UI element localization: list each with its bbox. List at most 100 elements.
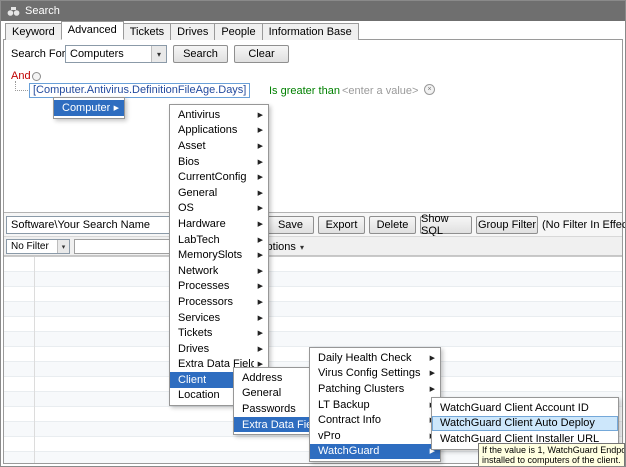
grid-column-divider <box>34 257 35 463</box>
menu-item-computer[interactable]: Computer ▶ <box>54 100 124 116</box>
submenu-arrow-icon: ▶ <box>113 104 119 112</box>
submenu-arrow-icon: ▶ <box>257 205 263 213</box>
query-field[interactable]: [Computer.Antivirus.DefinitionFileAge.Da… <box>29 83 251 98</box>
submenu-arrow-icon: ▶ <box>429 385 435 393</box>
extra-data-field-submenu: Daily Health Check ▶ Virus Config Setting… <box>309 347 441 463</box>
chevron-down-icon[interactable]: ▾ <box>300 243 304 252</box>
submenu-arrow-icon: ▶ <box>257 189 263 197</box>
menu-item-virus-config-settings[interactable]: Virus Config Settings ▶ <box>310 366 440 382</box>
menu-item-label: Passwords <box>242 402 296 415</box>
menu-item-general[interactable]: General ▶ <box>170 185 268 201</box>
menu-item-label: Contract Info <box>318 414 381 427</box>
group-filter-button[interactable]: Group Filter <box>476 216 538 234</box>
tab-people[interactable]: People <box>214 23 263 40</box>
menu-item-antivirus[interactable]: Antivirus ▶ <box>170 107 268 123</box>
menu-item-label: Location <box>178 389 220 402</box>
menu-item-memoryslots[interactable]: MemorySlots ▶ <box>170 247 268 263</box>
menu-item-asset[interactable]: Asset ▶ <box>170 138 268 154</box>
menu-item-label: vPro <box>318 429 341 442</box>
menu-item-label: Services <box>178 311 221 324</box>
menu-item-lt-backup[interactable]: LT Backup▶ <box>310 397 440 413</box>
filter-status-text: (No Filter In Effect) <box>542 219 626 231</box>
menu-item-drives[interactable]: Drives ▶ <box>170 341 268 357</box>
menu-item-label: Address <box>242 371 283 384</box>
menu-item-label: LT Backup <box>318 398 370 411</box>
clear-button[interactable]: Clear <box>234 45 289 63</box>
save-button[interactable]: Save <box>267 216 314 234</box>
menu-item-watchguard-client-auto-deploy[interactable]: WatchGuard Client Auto Deploy <box>432 415 618 432</box>
menu-item-label: General <box>178 186 218 199</box>
menu-item-daily-health-check[interactable]: Daily Health Check ▶ <box>310 350 440 366</box>
query-comparator[interactable]: Is greater than <box>269 85 340 97</box>
menu-item-label: MemorySlots <box>178 249 243 262</box>
search-for-select[interactable]: Computers ▾ <box>65 45 167 63</box>
submenu-arrow-icon: ▶ <box>257 252 263 260</box>
menu-item-label: CurrentConfig <box>178 171 247 184</box>
menu-item-network[interactable]: Network ▶ <box>170 263 268 279</box>
submenu-arrow-icon: ▶ <box>257 345 263 353</box>
delete-condition-icon[interactable]: × <box>424 84 435 95</box>
menu-item-label: WatchGuard Client Account ID <box>440 401 589 414</box>
export-button[interactable]: Export <box>318 216 365 234</box>
submenu-arrow-icon: ▶ <box>257 220 263 228</box>
submenu-arrow-icon: ▶ <box>257 314 263 322</box>
menu-item-label: Client <box>178 373 207 386</box>
menu-item-labtech[interactable]: LabTech ▶ <box>170 232 268 248</box>
menu-item-label: General <box>242 387 282 400</box>
menu-item-watchguard[interactable]: WatchGuard ▶ <box>310 443 440 460</box>
tab-drives[interactable]: Drives <box>170 23 216 40</box>
menu-item-label: Processes <box>178 280 230 293</box>
chevron-down-icon[interactable]: ▾ <box>151 46 166 62</box>
filter-select-value: No Filter <box>11 241 49 252</box>
menu-item-label: WatchGuard <box>318 445 380 458</box>
field-category-menu: Computer ▶ <box>53 97 125 119</box>
menu-item-tickets[interactable]: Tickets ▶ <box>170 325 268 341</box>
chevron-down-icon[interactable]: ▾ <box>57 240 69 253</box>
menu-item-processors[interactable]: Processors ▶ <box>170 294 268 310</box>
tab-keyword[interactable]: Keyword <box>5 23 62 40</box>
menu-item-label: Network <box>178 264 219 277</box>
menu-item-contract-info[interactable]: Contract Info▶ <box>310 412 440 428</box>
menu-item-patching-clusters[interactable]: Patching Clusters ▶ <box>310 381 440 397</box>
filter-bar: No Filter ▾ ↻ ▦ Options ▾ <box>4 236 622 256</box>
menu-item-label: Applications <box>178 124 238 137</box>
menu-item-applications[interactable]: Applications ▶ <box>170 123 268 139</box>
search-button[interactable]: Search <box>173 45 228 63</box>
menu-item-label: LabTech <box>178 233 220 246</box>
menu-item-currentconfig[interactable]: CurrentConfig ▶ <box>170 169 268 185</box>
save-bar: Software\Your Search Name ▾ Save Export … <box>4 212 625 237</box>
submenu-arrow-icon: ▶ <box>257 330 263 338</box>
menu-item-services[interactable]: Services ▶ <box>170 310 268 326</box>
menu-item-os[interactable]: OS ▶ <box>170 201 268 217</box>
submenu-arrow-icon: ▶ <box>257 111 263 119</box>
menu-item-label: Daily Health Check <box>318 351 412 364</box>
tab-advanced[interactable]: Advanced <box>60 21 124 40</box>
submenu-arrow-icon: ▶ <box>429 370 435 378</box>
menu-item-label: Asset <box>178 139 206 152</box>
menu-item-watchguard-client-account-id[interactable]: WatchGuard Client Account ID <box>432 400 618 416</box>
menu-item-hardware[interactable]: Hardware ▶ <box>170 216 268 232</box>
show-sql-button[interactable]: Show SQL <box>420 213 472 237</box>
menu-item-processes[interactable]: Processes ▶ <box>170 279 268 295</box>
window-title: Search <box>25 5 60 17</box>
menu-item-bios[interactable]: Bios ▶ <box>170 154 268 170</box>
filter-select[interactable]: No Filter ▾ <box>6 239 70 254</box>
tooltip-line-1: If the value is 1, WatchGuard Endpoint S… <box>482 445 624 455</box>
submenu-arrow-icon: ▶ <box>257 127 263 135</box>
menu-item-label: Virus Config Settings <box>318 367 421 380</box>
menu-item-label: Processors <box>178 295 234 308</box>
menu-item-label: Antivirus <box>178 108 221 121</box>
add-condition-icon[interactable] <box>32 72 41 81</box>
submenu-arrow-icon: ▶ <box>257 142 263 150</box>
query-value-placeholder[interactable]: <enter a value> <box>342 85 418 97</box>
delete-button[interactable]: Delete <box>369 216 416 234</box>
title-bar: Search <box>1 1 625 21</box>
search-window: Search Keyword Advanced Tickets Drives P… <box>0 0 626 467</box>
submenu-arrow-icon: ▶ <box>257 174 263 182</box>
tab-tickets[interactable]: Tickets <box>122 23 172 40</box>
submenu-arrow-icon: ▶ <box>257 236 263 244</box>
tab-information-base[interactable]: Information Base <box>261 23 359 40</box>
filter-text-input[interactable] <box>74 239 172 254</box>
menu-item-vpro[interactable]: vPro▶ <box>310 428 440 444</box>
menu-item-label: Bios <box>178 155 200 168</box>
